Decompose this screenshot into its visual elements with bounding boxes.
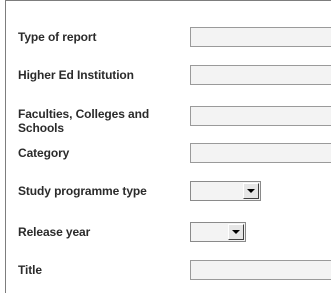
- category-input[interactable]: [190, 143, 331, 163]
- faculties-colleges-schools-label: Faculties, Colleges and Schools: [18, 107, 150, 135]
- chevron-down-icon[interactable]: [228, 224, 244, 240]
- higher-ed-institution-input[interactable]: [190, 65, 331, 85]
- title-input[interactable]: [190, 260, 331, 280]
- chevron-down-icon[interactable]: [243, 183, 259, 199]
- study-programme-type-select[interactable]: [190, 181, 261, 201]
- category-label: Category: [18, 146, 70, 160]
- higher-ed-institution-label: Higher Ed Institution: [18, 68, 134, 82]
- release-year-label: Release year: [18, 225, 91, 239]
- release-year-select[interactable]: [190, 222, 246, 242]
- type-of-report-input[interactable]: [190, 27, 331, 47]
- title-label: Title: [18, 263, 42, 277]
- study-programme-type-label: Study programme type: [18, 184, 147, 198]
- type-of-report-label: Type of report: [18, 30, 97, 44]
- faculties-colleges-schools-input[interactable]: [190, 106, 331, 126]
